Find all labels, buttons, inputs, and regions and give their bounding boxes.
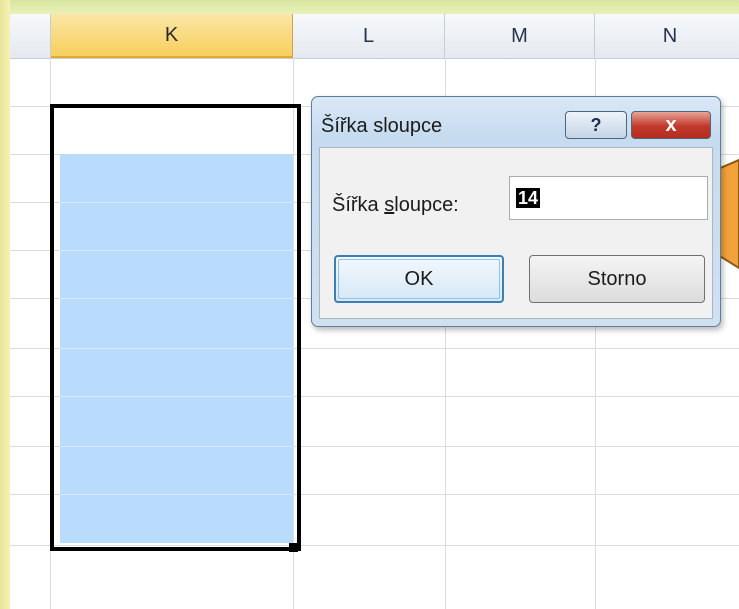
cancel-button[interactable]: Storno [529, 255, 705, 303]
dialog-body: Šířka sloupce: 14 OK Storno [319, 147, 713, 319]
dialog-title: Šířka sloupce [321, 115, 443, 137]
label-suffix: loupce: [394, 194, 459, 216]
label-prefix: Šířka [332, 194, 385, 216]
column-width-dialog: Šířka sloupce ? x Šířka sloupce: 14 OK S… [311, 96, 721, 327]
column-width-value: 14 [516, 188, 541, 208]
close-button[interactable]: x [631, 111, 711, 139]
ok-button-label: OK [404, 267, 434, 290]
label-hotkey: s [384, 194, 395, 216]
help-button[interactable]: ? [565, 111, 627, 139]
column-width-label: Šířka sloupce: [332, 194, 459, 217]
ok-button[interactable]: OK [334, 255, 504, 303]
